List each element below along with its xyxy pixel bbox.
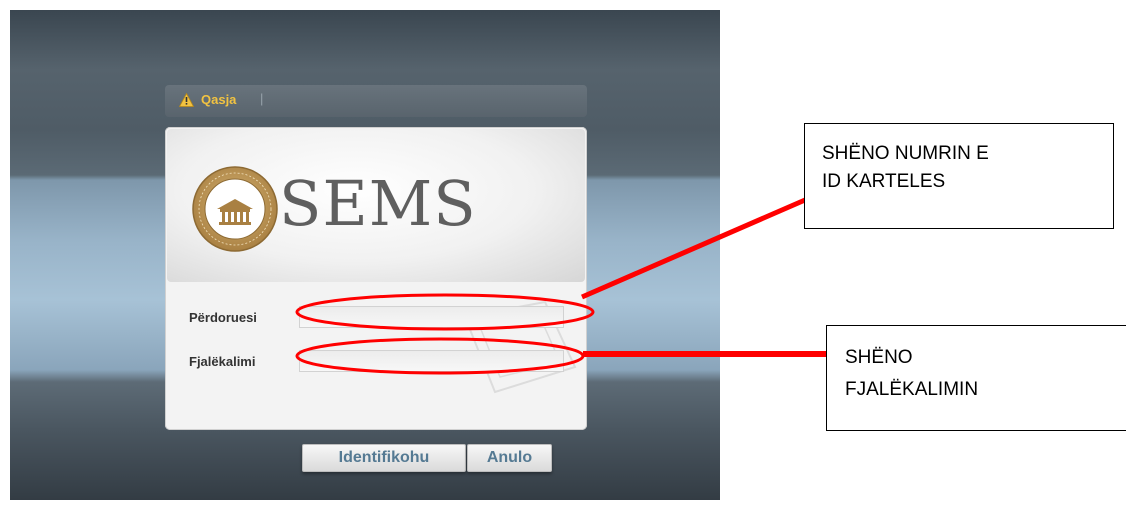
- id-card-callout: SHËNO NUMRIN E ID KARTELES: [804, 123, 1114, 229]
- id-callout-line-1: SHËNO NUMRIN E: [822, 143, 989, 164]
- id-callout-line-2: ID KARTELES: [822, 171, 946, 192]
- password-callout-line-1: SHËNO: [845, 347, 913, 368]
- annotation-overlay: [295, 197, 827, 375]
- password-highlight-ellipse: [295, 337, 585, 375]
- username-highlight-ellipse: [295, 293, 595, 331]
- password-callout-line-2: FJALËKALIMIN: [845, 379, 979, 400]
- id-callout-arrow: [581, 197, 806, 300]
- password-callout: SHËNO FJALËKALIMIN: [826, 325, 1126, 431]
